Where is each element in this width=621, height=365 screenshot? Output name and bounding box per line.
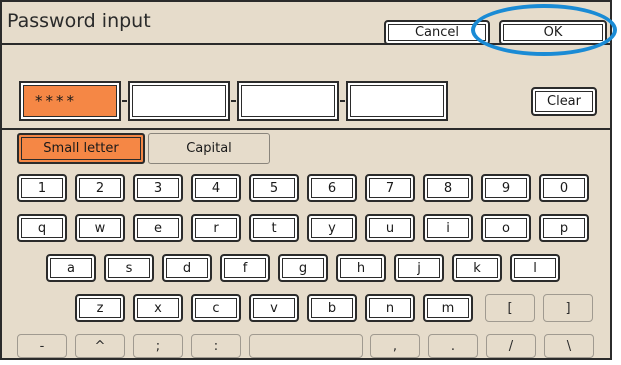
key-backslash: \	[544, 334, 594, 358]
key-right-bracket: ]	[543, 294, 593, 322]
password-field-1-value: ****	[35, 92, 77, 110]
key-o[interactable]: o	[481, 214, 531, 242]
key-g[interactable]: g	[278, 254, 328, 282]
tab-small-letter[interactable]: Small letter	[17, 133, 145, 164]
key-3[interactable]: 3	[133, 174, 183, 202]
key-6[interactable]: 6	[307, 174, 357, 202]
key-4[interactable]: 4	[191, 174, 241, 202]
key-caret: ^	[75, 334, 125, 358]
key-q[interactable]: q	[17, 214, 67, 242]
dialog-title: Password input	[7, 10, 151, 32]
key-p[interactable]: p	[539, 214, 589, 242]
key-9[interactable]: 9	[481, 174, 531, 202]
ok-highlight-ring	[471, 4, 617, 56]
key-r[interactable]: r	[191, 214, 241, 242]
password-field-2[interactable]	[128, 81, 230, 121]
password-field-3[interactable]	[237, 81, 339, 121]
key-j[interactable]: j	[394, 254, 444, 282]
key-comma: ,	[370, 334, 420, 358]
key-b[interactable]: b	[307, 294, 357, 322]
key-7[interactable]: 7	[365, 174, 415, 202]
key-c[interactable]: c	[191, 294, 241, 322]
key-colon: :	[191, 334, 241, 358]
key-2[interactable]: 2	[75, 174, 125, 202]
key-w[interactable]: w	[75, 214, 125, 242]
key-m[interactable]: m	[423, 294, 473, 322]
key-l[interactable]: l	[510, 254, 560, 282]
password-field-4[interactable]	[346, 81, 448, 121]
key-z[interactable]: z	[75, 294, 125, 322]
key-5[interactable]: 5	[249, 174, 299, 202]
key-h[interactable]: h	[336, 254, 386, 282]
key-0[interactable]: 0	[539, 174, 589, 202]
key-s[interactable]: s	[104, 254, 154, 282]
key-f[interactable]: f	[220, 254, 270, 282]
key-d[interactable]: d	[162, 254, 212, 282]
password-field-1[interactable]: ****	[19, 81, 121, 121]
key-u[interactable]: u	[365, 214, 415, 242]
key-hyphen: -	[17, 334, 67, 358]
clear-button[interactable]: Clear	[531, 87, 597, 116]
key-n[interactable]: n	[365, 294, 415, 322]
key-a[interactable]: a	[46, 254, 96, 282]
tab-capital[interactable]: Capital	[148, 133, 270, 164]
password-separator	[122, 100, 127, 102]
key-k[interactable]: k	[452, 254, 502, 282]
password-separator	[340, 100, 345, 102]
key-e[interactable]: e	[133, 214, 183, 242]
key-t[interactable]: t	[249, 214, 299, 242]
key-x[interactable]: x	[133, 294, 183, 322]
key-1[interactable]: 1	[17, 174, 67, 202]
password-separator	[231, 100, 236, 102]
section-divider	[2, 128, 610, 130]
key-semicolon: ;	[133, 334, 183, 358]
key-left-bracket: [	[485, 294, 535, 322]
key-v[interactable]: v	[249, 294, 299, 322]
key-8[interactable]: 8	[423, 174, 473, 202]
key-slash: /	[486, 334, 536, 358]
key-i[interactable]: i	[423, 214, 473, 242]
key-space	[249, 334, 363, 358]
key-y[interactable]: y	[307, 214, 357, 242]
key-period: .	[428, 334, 478, 358]
